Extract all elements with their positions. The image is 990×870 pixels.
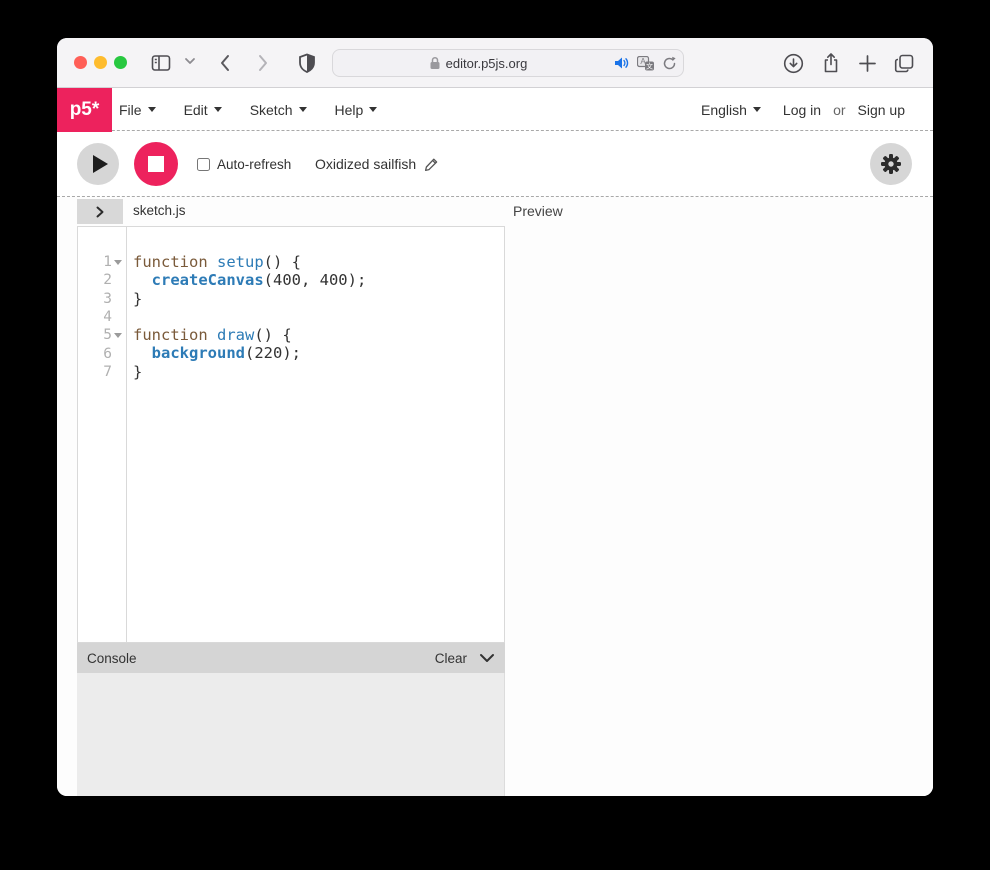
audio-playing-icon[interactable] [614,56,630,70]
share-icon[interactable] [821,52,841,74]
menu-edit-label: Edit [184,102,208,118]
tab-overview-icon[interactable] [894,53,915,74]
language-label: English [701,102,747,118]
lock-icon [429,56,441,70]
gutter-row[interactable]: 3 [78,290,126,308]
menu-items: File Edit Sketch Help [119,88,377,131]
gutter-row[interactable]: 7 [78,363,126,381]
minimize-window-button[interactable] [94,56,107,69]
console-header: Console Clear [77,643,505,673]
code-editor[interactable]: 1234567 function setup() { createCanvas(… [77,226,505,643]
menu-right: English Log in or Sign up [701,88,905,131]
p5-menubar: p5* File Edit Sketch Help English [57,88,933,131]
chevron-right-icon [94,205,106,219]
auto-refresh-checkbox[interactable] [197,158,210,171]
or-text: or [833,102,845,118]
code-line[interactable]: background(220); [133,344,504,362]
sidebar-chevron-icon[interactable] [183,56,205,78]
menu-edit[interactable]: Edit [184,102,222,118]
zoom-window-button[interactable] [114,56,127,69]
auto-refresh-label: Auto-refresh [217,157,291,172]
url-text: editor.p5js.org [446,56,528,71]
code-lines[interactable]: function setup() { createCanvas(400, 400… [127,227,504,642]
p5-logo[interactable]: p5* [57,88,112,132]
forward-button-icon[interactable] [251,52,273,74]
gutter-row[interactable]: 2 [78,271,126,289]
browser-chrome: editor.p5js.org A文 [57,38,933,88]
settings-button[interactable] [870,143,912,185]
gutter-row[interactable]: 1 [78,253,126,271]
menu-help-label: Help [335,102,364,118]
code-line[interactable]: function setup() { [133,253,504,271]
edit-pencil-icon[interactable] [424,157,439,172]
code-line[interactable]: } [133,290,504,308]
auto-refresh-control: Auto-refresh [197,131,291,197]
gutter-row[interactable]: 6 [78,344,126,362]
preview-label: Preview [513,203,563,219]
expand-sidebar-button[interactable] [77,199,123,224]
new-tab-icon[interactable] [858,54,877,73]
fold-arrow-icon[interactable] [114,333,122,338]
stop-button[interactable] [134,142,178,186]
chevron-down-icon [753,107,761,112]
sketch-title-wrap: Oxidized sailfish [315,131,439,197]
downloads-icon[interactable] [783,53,804,74]
language-selector[interactable]: English [701,102,761,118]
sketch-toolbar: Auto-refresh Oxidized sailfish [57,131,933,197]
preview-frame [506,226,933,796]
privacy-shield-icon[interactable] [296,52,318,74]
chevron-down-icon [214,107,222,112]
back-button-icon[interactable] [215,52,237,74]
play-icon [93,155,108,173]
code-line[interactable]: function draw() { [133,326,504,344]
sketch-title: Oxidized sailfish [315,156,416,172]
menu-help[interactable]: Help [335,102,378,118]
collapse-console-icon[interactable] [479,653,495,663]
menu-file-label: File [119,102,142,118]
signup-link[interactable]: Sign up [858,102,905,118]
close-window-button[interactable] [74,56,87,69]
gutter-row[interactable]: 5 [78,326,126,344]
translate-icon[interactable]: A文 [637,56,655,71]
chevron-down-icon [299,107,307,112]
code-line[interactable]: createCanvas(400, 400); [133,271,504,289]
reload-icon[interactable] [662,56,677,71]
menu-file[interactable]: File [119,102,156,118]
code-line[interactable] [133,308,504,326]
address-bar[interactable]: editor.p5js.org A文 [332,49,684,77]
browser-window: editor.p5js.org A文 [57,38,933,796]
stop-icon [148,156,164,172]
code-line[interactable]: } [133,363,504,381]
console-output[interactable] [77,673,505,796]
ide-content: sketch.js Preview 1234567 function setup… [57,197,933,796]
console-panel: Console Clear [77,643,505,796]
menu-sketch[interactable]: Sketch [250,102,307,118]
console-clear-button[interactable]: Clear [435,651,467,666]
gutter-row[interactable]: 4 [78,308,126,326]
gear-icon [880,153,902,175]
gutter-lines: 1234567 [78,227,127,642]
console-title: Console [87,651,137,666]
tab-sketch-js[interactable]: sketch.js [133,203,186,218]
chevron-down-icon [369,107,377,112]
play-button[interactable] [77,143,119,185]
svg-text:文: 文 [646,61,653,70]
fold-arrow-icon[interactable] [114,260,122,265]
login-link[interactable]: Log in [783,102,821,118]
sidebar-toggle-icon[interactable] [150,52,172,74]
menu-sketch-label: Sketch [250,102,293,118]
chevron-down-icon [148,107,156,112]
